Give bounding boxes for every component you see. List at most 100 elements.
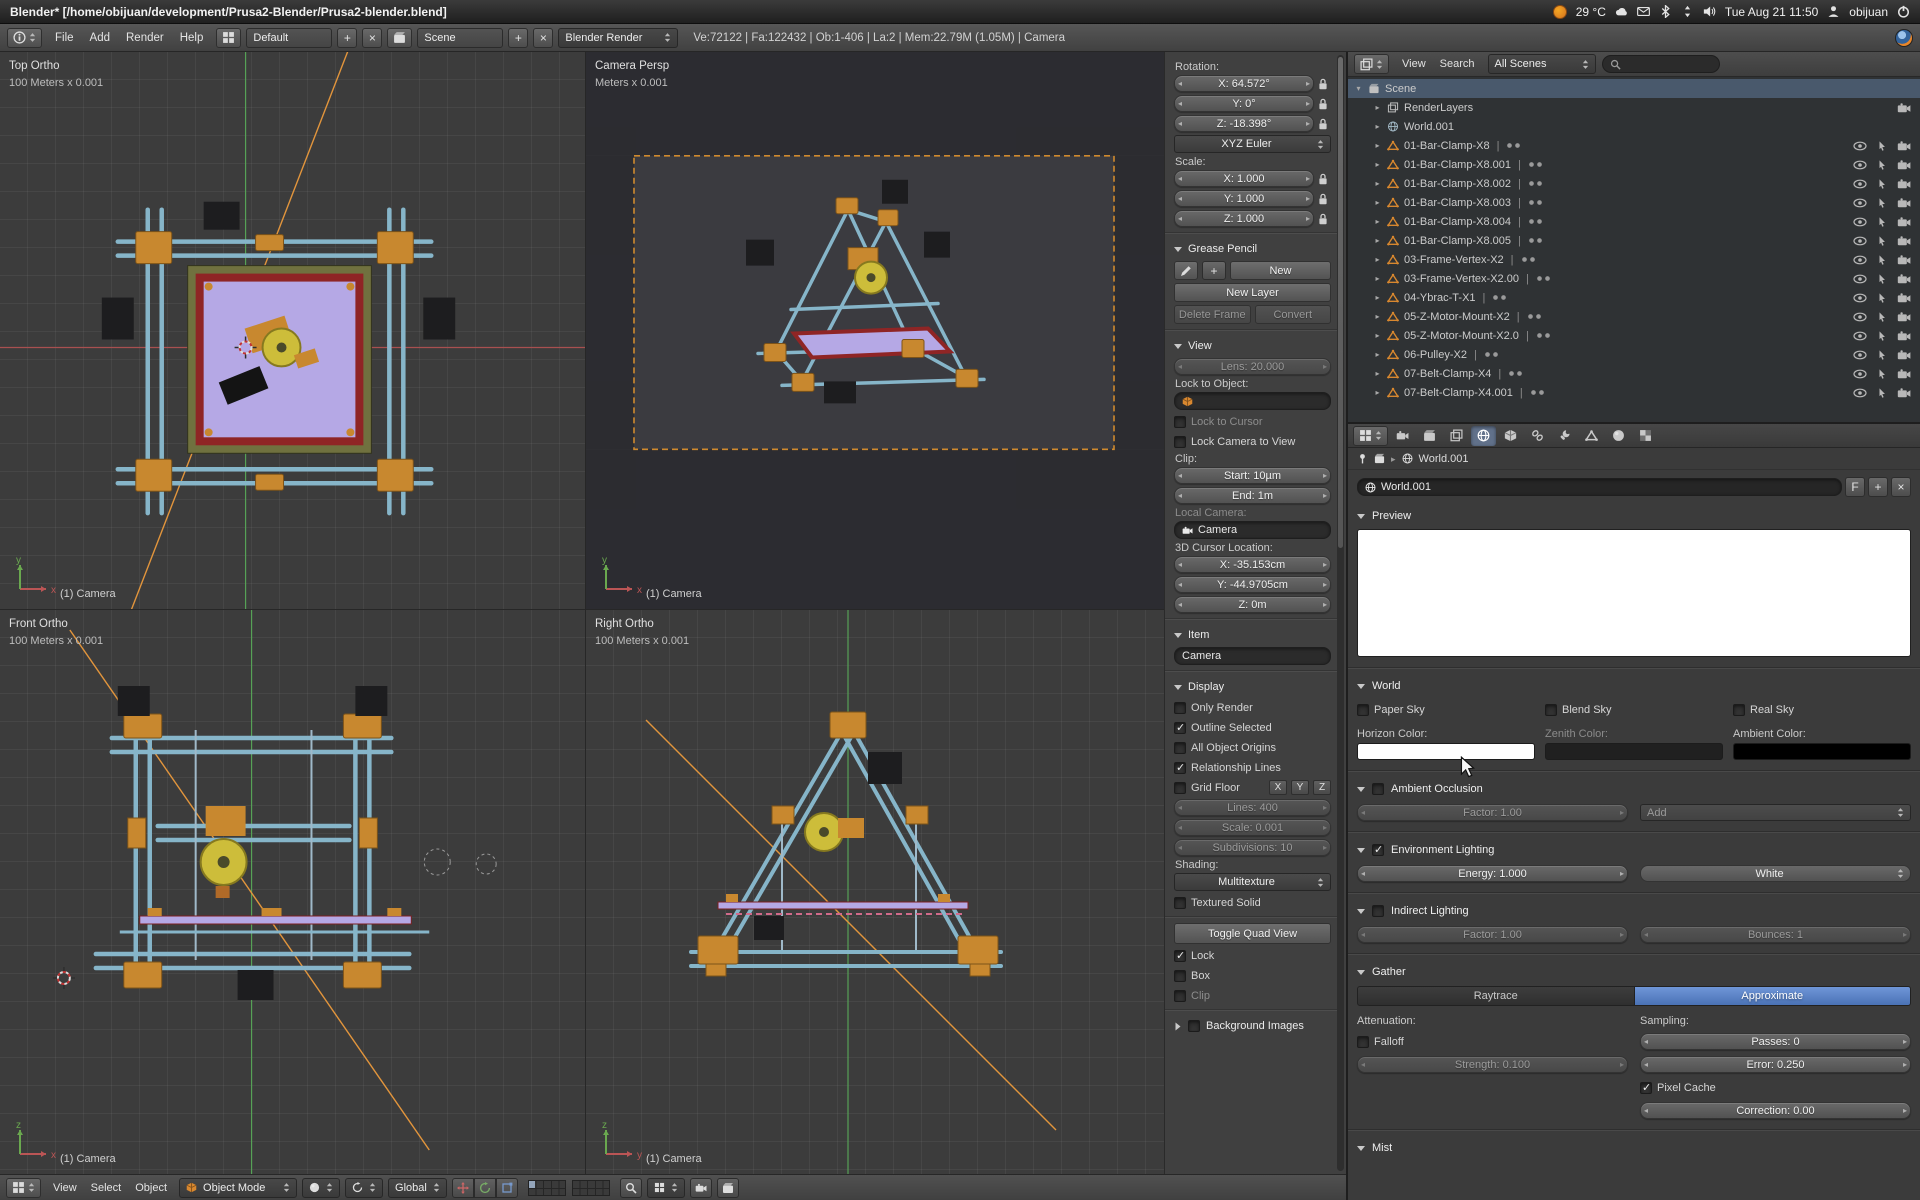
renderability-toggle[interactable] xyxy=(1897,103,1911,113)
only-render-checkbox[interactable]: Only Render xyxy=(1174,699,1253,716)
scene-selector[interactable]: Scene xyxy=(417,28,503,48)
npanel-scrollbar[interactable] xyxy=(1337,55,1344,1171)
indirect-factor-field[interactable]: Factor: 1.00 xyxy=(1357,926,1628,943)
editor-type-button[interactable] xyxy=(7,28,42,48)
quad-clip-checkbox[interactable]: Clip xyxy=(1174,987,1210,1004)
renderability-toggle[interactable] xyxy=(1897,160,1911,170)
expand-toggle[interactable] xyxy=(1373,122,1382,131)
visibility-toggle[interactable] xyxy=(1853,141,1867,151)
username[interactable]: obijuan xyxy=(1849,5,1888,19)
grid-subdivisions-field[interactable]: Subdivisions: 10 xyxy=(1174,839,1331,856)
all-object-origins-checkbox[interactable]: All Object Origins xyxy=(1174,739,1276,756)
scale-z-field[interactable]: Z: 1.000 xyxy=(1174,210,1314,227)
viewport-right-ortho[interactable]: Right Ortho 100 Meters x 0.001 y z (1) C… xyxy=(586,610,1164,1174)
horizon-color-swatch[interactable] xyxy=(1357,743,1535,760)
background-images-checkbox[interactable] xyxy=(1188,1018,1200,1035)
env-color-select[interactable]: White xyxy=(1640,865,1911,882)
textured-solid-checkbox[interactable]: Textured Solid xyxy=(1174,894,1261,911)
cursor-z-field[interactable]: Z: 0m xyxy=(1174,596,1331,613)
expand-toggle[interactable] xyxy=(1373,217,1382,226)
delete-frame-button[interactable]: Delete Frame xyxy=(1174,305,1251,324)
indirect-lighting-panel-header[interactable]: Indirect Lighting xyxy=(1357,901,1911,921)
scale-x-field[interactable]: X: 1.000 xyxy=(1174,170,1314,187)
distro-menu-icon[interactable] xyxy=(1553,5,1567,19)
menu-item[interactable]: Object xyxy=(128,1176,174,1200)
menu-item[interactable]: Select xyxy=(84,1176,129,1200)
tab-object[interactable] xyxy=(1498,426,1523,446)
renderability-toggle[interactable] xyxy=(1897,198,1911,208)
menu-item[interactable]: Search xyxy=(1433,52,1482,76)
visibility-toggle[interactable] xyxy=(1853,331,1867,341)
selectability-toggle[interactable] xyxy=(1875,236,1889,246)
grid-scale-field[interactable]: Scale: 0.001 xyxy=(1174,819,1331,836)
grease-pencil-panel-header[interactable]: Grease Pencil xyxy=(1174,239,1331,259)
mode-select[interactable]: Object Mode xyxy=(179,1178,297,1198)
editor-type-button[interactable] xyxy=(1353,426,1388,446)
visibility-toggle[interactable] xyxy=(1853,198,1867,208)
scene-browse-icon[interactable] xyxy=(387,28,412,48)
world-name-input[interactable]: World.001 xyxy=(1357,478,1842,496)
clip-end-field[interactable]: End: 1m xyxy=(1174,487,1331,504)
rotation-order-select[interactable]: XYZ Euler xyxy=(1174,135,1331,153)
renderability-toggle[interactable] xyxy=(1897,179,1911,189)
tab-render-layers[interactable] xyxy=(1444,426,1469,446)
menu-item[interactable]: Add xyxy=(82,25,118,51)
outliner-search-input[interactable] xyxy=(1602,55,1720,73)
shading-mode-select[interactable]: Multitexture xyxy=(1174,873,1331,891)
pivot-point-select[interactable] xyxy=(345,1178,383,1198)
bluetooth-icon[interactable] xyxy=(1659,5,1672,18)
gather-approximate-button[interactable]: Approximate xyxy=(1635,986,1912,1006)
outliner-row[interactable]: World.001 xyxy=(1348,117,1920,136)
user-icon[interactable] xyxy=(1827,5,1840,18)
selectability-toggle[interactable] xyxy=(1875,350,1889,360)
world-panel-header[interactable]: World xyxy=(1357,676,1911,696)
view-panel-header[interactable]: View xyxy=(1174,336,1331,356)
scale-y-field[interactable]: Y: 1.000 xyxy=(1174,190,1314,207)
renderability-toggle[interactable] xyxy=(1897,369,1911,379)
strength-field[interactable]: Strength: 0.100 xyxy=(1357,1056,1628,1073)
ambient-color-swatch[interactable] xyxy=(1733,743,1911,760)
lock-rotation-y-button[interactable] xyxy=(1318,96,1331,111)
lens-field[interactable]: Lens: 20.000 xyxy=(1174,358,1331,375)
toggle-quad-view-button[interactable]: Toggle Quad View xyxy=(1174,923,1331,944)
expand-toggle[interactable] xyxy=(1373,255,1382,264)
expand-toggle[interactable] xyxy=(1373,312,1382,321)
selectability-toggle[interactable] xyxy=(1875,369,1889,379)
indirect-bounces-field[interactable]: Bounces: 1 xyxy=(1640,926,1911,943)
environment-lighting-panel-header[interactable]: Environment Lighting xyxy=(1357,840,1911,860)
convert-button[interactable]: Convert xyxy=(1255,305,1332,324)
viewport-camera-persp[interactable]: Camera Persp Meters x 0.001 x y (1) Came… xyxy=(586,52,1164,610)
tab-world[interactable] xyxy=(1471,426,1496,446)
renderability-toggle[interactable] xyxy=(1897,274,1911,284)
item-panel-header[interactable]: Item xyxy=(1174,625,1331,645)
tab-material[interactable] xyxy=(1606,426,1631,446)
renderability-toggle[interactable] xyxy=(1897,312,1911,322)
expand-toggle[interactable] xyxy=(1373,293,1382,302)
lock-scale-y-button[interactable] xyxy=(1318,191,1331,206)
outliner-row[interactable]: 01-Bar-Clamp-X8.004 xyxy=(1348,212,1920,231)
delete-scene-button[interactable] xyxy=(533,28,553,48)
grid-floor-checkbox[interactable]: Grid Floor xyxy=(1174,779,1265,796)
transform-orientation-select[interactable]: Global xyxy=(388,1178,447,1198)
pin-icon[interactable] xyxy=(1357,453,1368,464)
editor-type-button[interactable] xyxy=(1354,54,1389,74)
menu-item[interactable]: View xyxy=(1395,52,1433,76)
lock-rotation-x-button[interactable] xyxy=(1318,76,1331,91)
render-opengl-anim-button[interactable] xyxy=(717,1178,739,1198)
render-opengl-button[interactable] xyxy=(690,1178,712,1198)
render-engine-select[interactable]: Blender Render xyxy=(558,28,678,48)
cursor-y-field[interactable]: Y: -44.9705cm xyxy=(1174,576,1331,593)
outline-selected-checkbox[interactable]: Outline Selected xyxy=(1174,719,1272,736)
cursor-x-field[interactable]: X: -35.153cm xyxy=(1174,556,1331,573)
item-name-input[interactable]: Camera xyxy=(1174,647,1331,665)
selectability-toggle[interactable] xyxy=(1875,293,1889,303)
rotation-z-field[interactable]: Z: -18.398° xyxy=(1174,115,1314,132)
menu-item[interactable]: Render xyxy=(118,25,172,51)
grid-y-toggle[interactable]: Y xyxy=(1291,780,1309,795)
outliner-scope-select[interactable]: All Scenes xyxy=(1488,54,1596,74)
weather-icon[interactable] xyxy=(1615,5,1628,18)
error-field[interactable]: Error: 0.250 xyxy=(1640,1056,1911,1073)
rotation-x-field[interactable]: X: 64.572° xyxy=(1174,75,1314,92)
ao-blend-select[interactable]: Add xyxy=(1640,804,1911,821)
expand-toggle[interactable] xyxy=(1354,84,1363,93)
